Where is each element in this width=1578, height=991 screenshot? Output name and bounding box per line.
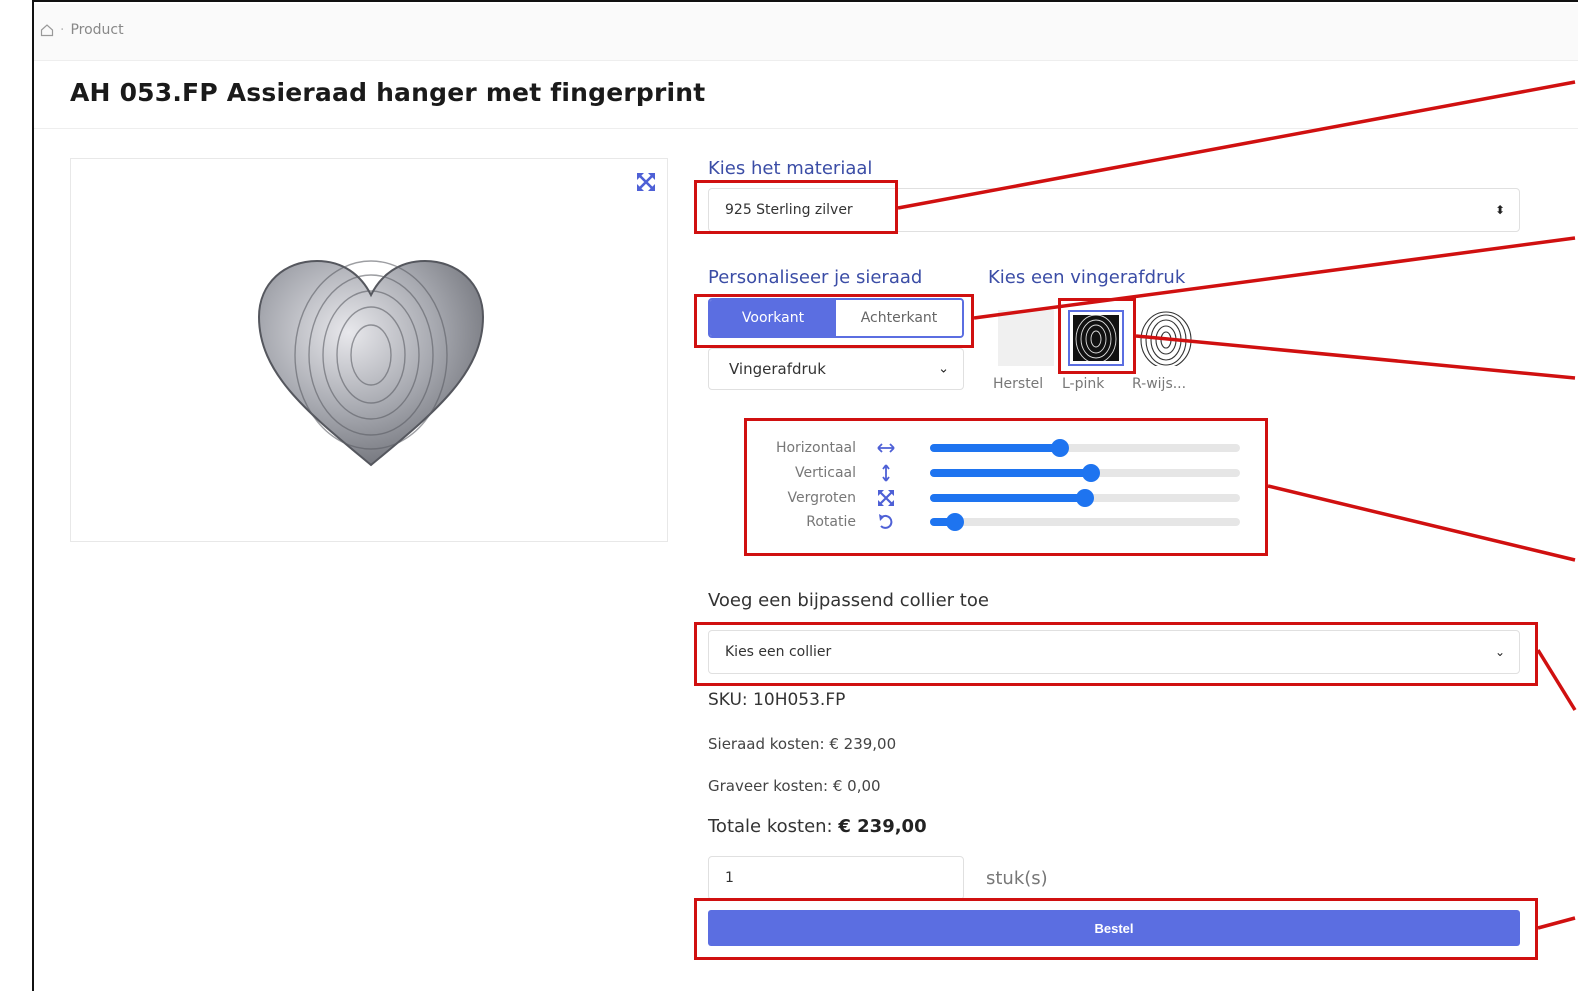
material-label: Kies het materiaal [708,158,873,179]
annotation-box-sliders [744,418,1268,556]
fingerprint-option-reset[interactable] [998,310,1054,366]
annotation-box-fingerprint [1058,298,1136,374]
fingerprint-label: Kies een vingerafdruk [988,267,1186,288]
breadcrumb-separator: · [60,22,65,38]
home-icon[interactable] [40,23,54,37]
personalize-type-select[interactable]: Vingerafdruk ⌄ [708,348,964,390]
sort-arrows-icon: ⬍ [1494,203,1505,217]
title-divider [34,128,1578,129]
collier-label: Voeg een bijpassend collier toe [708,590,989,611]
breadcrumb-current: Product [70,22,124,38]
product-image-box [70,158,668,542]
fingerprint-caption-l-pink: L-pink [1062,376,1105,392]
breadcrumb-bar [34,4,1578,61]
quantity-value: 1 [725,870,734,886]
fingerprint-option-r-wijs[interactable] [1138,310,1194,369]
heart-pendant-image [257,259,485,467]
annotation-box-order [694,898,1538,960]
personalize-type-value: Vingerafdruk [729,360,826,378]
page-title: AH 053.FP Assieraad hanger met fingerpri… [70,78,706,107]
fullscreen-icon[interactable] [635,171,657,193]
annotation-box-material [694,180,898,234]
fingerprint-caption-r-wijs: R-wijs... [1132,376,1187,392]
total-cost-label: Totale kosten: [708,816,833,837]
annotation-box-toggle [694,294,974,348]
breadcrumb: · Product [40,22,124,38]
quantity-input[interactable]: 1 [708,856,964,900]
personalize-label: Personaliseer je sieraad [708,267,923,288]
total-cost: Totale kosten: € 239,00 [708,816,927,837]
jewelry-cost: Sieraad kosten: € 239,00 [708,735,897,753]
sku: SKU: 10H053.FP [708,690,846,710]
total-cost-value: € 239,00 [838,816,927,837]
quantity-unit: stuk(s) [986,868,1048,889]
engraving-cost: Graveer kosten: € 0,00 [708,777,881,795]
chevron-down-icon: ⌄ [938,361,949,377]
fingerprint-icon [1140,311,1192,369]
annotation-box-collier [694,622,1538,686]
fingerprint-caption-reset: Herstel [993,376,1044,392]
